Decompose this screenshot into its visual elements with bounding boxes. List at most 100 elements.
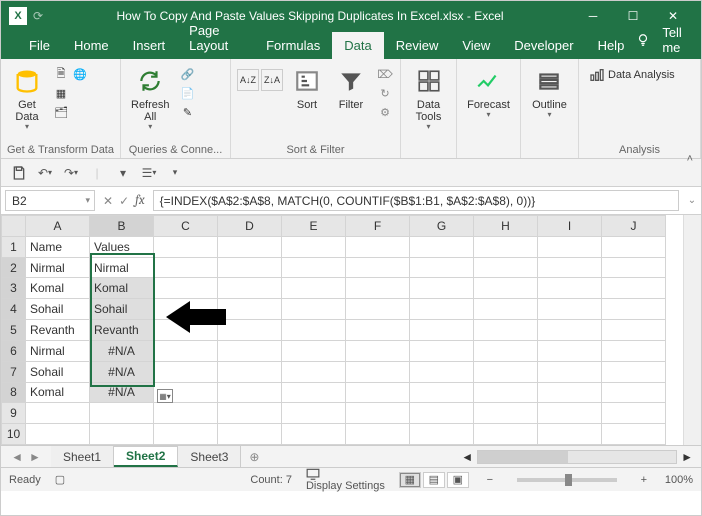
from-table-button[interactable]: ▦ [51,84,90,102]
advanced-button[interactable]: ⚙ [375,103,395,121]
page-layout-view-button[interactable]: ▤ [423,472,445,488]
row-header[interactable]: 1 [2,236,26,257]
row-header[interactable]: 2 [2,257,26,278]
cell[interactable]: #N/A [90,340,154,361]
cell[interactable]: #N/A [90,382,154,403]
cell[interactable]: Revanth [90,320,154,341]
hscroll-right-button[interactable]: ► [677,450,697,464]
row-header[interactable]: 7 [2,361,26,382]
cell[interactable]: Nirmal [26,340,90,361]
sheet-tab[interactable]: Sheet2 [114,446,178,467]
tell-me-search[interactable]: Tell me [662,25,685,55]
tab-nav-next-button[interactable]: ► [29,450,41,464]
cell[interactable]: Sohail [26,299,90,320]
col-header-E[interactable]: E [282,216,346,237]
col-header-I[interactable]: I [538,216,602,237]
row-header[interactable]: 10 [2,424,26,445]
col-header-F[interactable]: F [346,216,410,237]
filter-button[interactable]: Filter [331,63,371,113]
display-settings-button[interactable]: Display Settings [306,468,385,492]
recent-sources-button[interactable]: 🗂 [51,103,90,121]
cell[interactable]: Name [26,236,90,257]
row-header[interactable]: 4 [2,299,26,320]
touch-mode-button[interactable]: ☰▾ [139,163,159,183]
col-header-B[interactable]: B [90,216,154,237]
collapse-ribbon-button[interactable]: ˄ [687,153,693,165]
row-header[interactable]: 9 [2,403,26,424]
zoom-out-button[interactable]: − [483,474,497,486]
sort-asc-button[interactable]: A↓Z [237,69,259,91]
data-analysis-button[interactable]: Data Analysis [585,63,679,87]
tab-developer[interactable]: Developer [502,32,585,59]
reapply-button[interactable]: ↻ [375,84,395,102]
cell[interactable]: Komal [26,382,90,403]
cell[interactable]: Komal [26,278,90,299]
tab-insert[interactable]: Insert [121,32,178,59]
cell[interactable]: Nirmal [90,257,154,278]
row-header[interactable]: 6 [2,340,26,361]
normal-view-button[interactable]: ▦ [399,472,421,488]
worksheet-area[interactable]: A B C D E F G H I J 1NameValues 2NirmalN… [1,215,701,445]
tab-nav-prev-button[interactable]: ◄ [11,450,23,464]
name-box[interactable]: B2 [5,190,95,211]
tab-help[interactable]: Help [586,32,637,59]
zoom-slider[interactable] [517,478,617,482]
from-text-csv-button[interactable]: 🗎🌐 [51,65,90,83]
tab-formulas[interactable]: Formulas [254,32,332,59]
vertical-scrollbar[interactable] [683,215,701,445]
redo-button[interactable]: ↷▾ [61,163,81,183]
data-tools-button[interactable]: Data Tools ▾ [409,63,449,131]
cell[interactable]: Values [90,236,154,257]
tab-home[interactable]: Home [62,32,121,59]
outline-button[interactable]: Outline ▾ [528,63,571,119]
zoom-in-button[interactable]: + [637,474,651,486]
sheet-tab[interactable]: Sheet3 [178,446,241,467]
sheet-tab[interactable]: Sheet1 [51,446,114,467]
clear-filter-button[interactable]: ⌦ [375,65,395,83]
col-header-J[interactable]: J [602,216,666,237]
cell[interactable]: Sohail [90,299,154,320]
col-header-D[interactable]: D [218,216,282,237]
col-header-A[interactable]: A [26,216,90,237]
zoom-level[interactable]: 100% [665,474,693,486]
sort-desc-button[interactable]: Z↓A [261,69,283,91]
undo-button[interactable]: ↶▾ [35,163,55,183]
row-header[interactable]: 5 [2,320,26,341]
col-header-C[interactable]: C [154,216,218,237]
qat-custom-button[interactable]: ▾ [113,163,133,183]
tab-file[interactable]: File [17,32,62,59]
accept-formula-button[interactable]: ✓ [119,194,129,208]
cancel-formula-button[interactable]: ✕ [103,194,113,208]
fx-icon[interactable]: fx [135,193,145,208]
tab-pagelayout[interactable]: Page Layout [177,17,254,59]
cell[interactable]: Komal [90,278,154,299]
expand-formula-bar-button[interactable]: ⌄ [683,187,701,214]
macro-record-icon[interactable]: ▢ [55,473,65,486]
tab-review[interactable]: Review [384,32,451,59]
row-header[interactable]: 8 [2,382,26,403]
sort-button[interactable]: Sort [287,63,327,113]
col-header-H[interactable]: H [474,216,538,237]
cell[interactable]: #N/A [90,361,154,382]
cell[interactable]: Nirmal [26,257,90,278]
col-header-G[interactable]: G [410,216,474,237]
row-header[interactable]: 3 [2,278,26,299]
page-break-view-button[interactable]: ▣ [447,472,469,488]
refresh-all-button[interactable]: Refresh All ▾ [127,63,174,131]
cell[interactable]: Revanth [26,320,90,341]
minimize-button[interactable]: ─ [573,1,613,31]
cell[interactable]: Sohail [26,361,90,382]
formula-input[interactable]: {=INDEX($A$2:$A$8, MATCH(0, COUNTIF($B$1… [153,190,679,211]
get-data-button[interactable]: Get Data ▾ [7,63,47,131]
save-button[interactable] [9,163,29,183]
properties-button[interactable]: 📄 [178,84,198,102]
new-sheet-button[interactable]: ⊕ [241,446,267,467]
qat-customize-button[interactable]: ▾ [165,163,185,183]
forecast-button[interactable]: Forecast ▾ [463,63,514,119]
hscroll-left-button[interactable]: ◄ [457,450,477,464]
select-all-corner[interactable] [2,216,26,237]
edit-links-button[interactable]: ✎ [178,103,198,121]
tab-data[interactable]: Data [332,32,383,59]
horizontal-scrollbar[interactable] [477,450,677,464]
queries-connections-button[interactable]: 🔗 [178,65,198,83]
